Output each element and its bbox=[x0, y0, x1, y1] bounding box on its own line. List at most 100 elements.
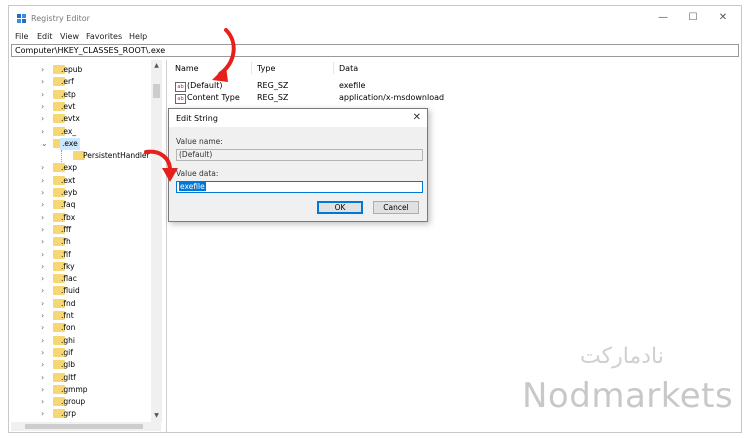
tree-item-label: .eyb bbox=[61, 188, 78, 197]
value-row-content-type[interactable]: ab Content Type REG_SZ application/x-msd… bbox=[167, 92, 727, 104]
chevron-right-icon[interactable]: › bbox=[41, 298, 44, 310]
chevron-right-icon[interactable]: › bbox=[41, 175, 44, 187]
chevron-right-icon[interactable]: › bbox=[41, 187, 44, 199]
chevron-right-icon[interactable]: › bbox=[41, 384, 44, 396]
tree-item[interactable]: › .ex_ bbox=[11, 126, 151, 138]
tree-item-label: .grp bbox=[61, 409, 76, 419]
tree-item[interactable]: › .exp bbox=[11, 162, 151, 174]
value-data-input[interactable]: exefile bbox=[176, 181, 423, 193]
cancel-button[interactable]: Cancel bbox=[373, 201, 419, 214]
scroll-up-icon[interactable]: ▲ bbox=[153, 62, 160, 70]
tree-item[interactable]: › .flac bbox=[11, 273, 151, 285]
chevron-right-icon[interactable]: › bbox=[41, 285, 44, 297]
tree-item-label: .fnt bbox=[61, 311, 74, 320]
tree-item[interactable]: › .glb bbox=[11, 359, 151, 371]
tree-item[interactable]: PersistentHandler bbox=[11, 150, 151, 163]
scroll-down-icon[interactable]: ▼ bbox=[153, 412, 160, 420]
chevron-right-icon[interactable]: › bbox=[41, 236, 44, 248]
column-data[interactable]: Data bbox=[339, 64, 358, 73]
tree-item-label: .fbx bbox=[61, 212, 76, 222]
string-value-icon: ab bbox=[175, 82, 186, 92]
chevron-right-icon[interactable]: › bbox=[41, 396, 44, 408]
tree-item[interactable]: › .gltf bbox=[11, 372, 151, 384]
edit-string-dialog: Edit String ✕ Value name: (Default) Valu… bbox=[168, 108, 428, 222]
address-bar[interactable]: Computer\HKEY_CLASSES_ROOT\.exe bbox=[11, 44, 739, 57]
chevron-right-icon[interactable]: › bbox=[41, 408, 44, 420]
tree-item-label: .ghi bbox=[61, 335, 75, 345]
tree-item-label: .gif bbox=[61, 347, 73, 357]
chevron-right-icon[interactable]: › bbox=[41, 359, 44, 371]
tree-item[interactable]: › .gmmp bbox=[11, 384, 151, 396]
column-type[interactable]: Type bbox=[257, 64, 275, 73]
chevron-right-icon[interactable]: › bbox=[41, 101, 44, 113]
tree-item[interactable]: › .fnd bbox=[11, 298, 151, 310]
tree-item-label: .glb bbox=[61, 360, 75, 370]
scroll-h-thumb[interactable] bbox=[25, 424, 143, 429]
tree-item[interactable]: › .grp bbox=[11, 408, 151, 420]
tree-item[interactable]: › .fff bbox=[11, 224, 151, 236]
menu-help[interactable]: Help bbox=[129, 32, 147, 41]
value-row-default[interactable]: ab (Default) REG_SZ exefile bbox=[167, 80, 727, 92]
minimize-button[interactable]: — bbox=[649, 11, 677, 25]
title-bar: Registry Editor — ☐ ✕ bbox=[9, 6, 741, 30]
tree-item[interactable]: › .evt bbox=[11, 101, 151, 113]
tree-item[interactable]: › .gif bbox=[11, 347, 151, 359]
tree-item[interactable]: › .epub bbox=[11, 64, 151, 76]
chevron-right-icon[interactable]: › bbox=[41, 273, 44, 285]
chevron-down-icon[interactable]: ⌄ bbox=[41, 138, 48, 150]
tree-item-label: .exe bbox=[60, 137, 80, 150]
chevron-right-icon[interactable]: › bbox=[41, 64, 44, 76]
value-data-selected-text: exefile bbox=[179, 182, 206, 191]
dialog-close-icon[interactable]: ✕ bbox=[413, 112, 421, 123]
scroll-thumb[interactable] bbox=[153, 84, 160, 98]
menu-favorites[interactable]: Favorites bbox=[86, 32, 122, 41]
tree-connector bbox=[61, 150, 63, 163]
chevron-right-icon[interactable]: › bbox=[41, 347, 44, 359]
tree-item[interactable]: › .fbx bbox=[11, 212, 151, 224]
menu-view[interactable]: View bbox=[60, 32, 79, 41]
tree-item[interactable]: › .ghi bbox=[11, 335, 151, 347]
close-button[interactable]: ✕ bbox=[709, 11, 737, 25]
chevron-right-icon[interactable]: › bbox=[41, 76, 44, 88]
chevron-right-icon[interactable]: › bbox=[41, 113, 44, 125]
tree-item-label: .fnd bbox=[61, 298, 76, 308]
chevron-right-icon[interactable]: › bbox=[41, 310, 44, 322]
tree-item[interactable]: › .ext bbox=[11, 175, 151, 187]
tree-item[interactable]: ⌄ .exe bbox=[11, 137, 151, 150]
tree-item[interactable]: › .fh bbox=[11, 236, 151, 248]
chevron-right-icon[interactable]: › bbox=[41, 261, 44, 273]
tree-item[interactable]: › .fon bbox=[11, 322, 151, 334]
column-separator[interactable] bbox=[251, 62, 252, 74]
chevron-right-icon[interactable]: › bbox=[41, 199, 44, 211]
menu-file[interactable]: File bbox=[15, 32, 28, 41]
menu-edit[interactable]: Edit bbox=[37, 32, 53, 41]
chevron-right-icon[interactable]: › bbox=[41, 372, 44, 384]
chevron-right-icon[interactable]: › bbox=[41, 335, 44, 347]
chevron-right-icon[interactable]: › bbox=[41, 249, 44, 261]
chevron-right-icon[interactable]: › bbox=[41, 322, 44, 334]
maximize-button[interactable]: ☐ bbox=[679, 11, 707, 25]
tree-item[interactable]: › .fnt bbox=[11, 310, 151, 322]
tree-item[interactable]: › .fluid bbox=[11, 285, 151, 297]
tree-vertical-scrollbar[interactable]: ▲ ▼ bbox=[151, 60, 162, 422]
tree-item[interactable]: › .faq bbox=[11, 199, 151, 211]
tree-item[interactable]: › .etp bbox=[11, 89, 151, 101]
chevron-right-icon[interactable]: › bbox=[41, 126, 44, 138]
tree-item[interactable]: › .eyb bbox=[11, 187, 151, 199]
column-separator[interactable] bbox=[333, 62, 334, 74]
tree-item[interactable]: › .group bbox=[11, 396, 151, 408]
red-arrow-icon bbox=[144, 149, 178, 182]
chevron-right-icon[interactable]: › bbox=[41, 162, 44, 174]
ok-button[interactable]: OK bbox=[317, 201, 363, 214]
chevron-right-icon[interactable]: › bbox=[41, 212, 44, 224]
column-name[interactable]: Name bbox=[175, 64, 199, 73]
tree-item[interactable]: › .erf bbox=[11, 76, 151, 88]
chevron-right-icon[interactable]: › bbox=[41, 224, 44, 236]
chevron-right-icon[interactable]: › bbox=[41, 89, 44, 101]
value-type: REG_SZ bbox=[257, 81, 289, 90]
tree-item[interactable]: › .fky bbox=[11, 261, 151, 273]
tree-horizontal-scrollbar[interactable] bbox=[11, 422, 161, 431]
tree-item[interactable]: › .fif bbox=[11, 249, 151, 261]
tree-item[interactable]: › .evtx bbox=[11, 113, 151, 125]
tree-item-label: .fif bbox=[61, 249, 71, 259]
